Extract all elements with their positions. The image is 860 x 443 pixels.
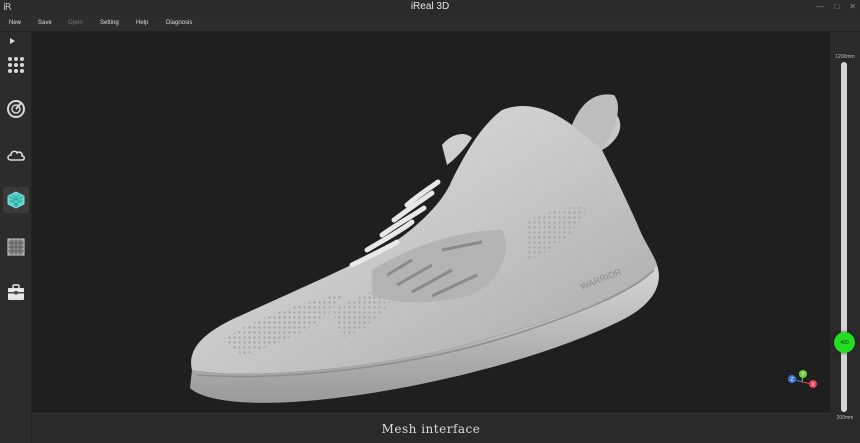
tool-grid-dots[interactable] bbox=[3, 52, 29, 78]
grid-dots-icon bbox=[8, 57, 24, 73]
status-text: Mesh interface bbox=[381, 422, 481, 436]
title-bar: iR iReal 3D — □ ✕ bbox=[0, 0, 860, 16]
menu-bar: New Save Open Setting Help Diagnosis bbox=[0, 16, 860, 32]
tool-grid-square[interactable] bbox=[3, 234, 29, 260]
cloud-icon bbox=[7, 150, 26, 161]
tool-toolbox[interactable] bbox=[3, 279, 29, 305]
slider-max-label: 1200mm bbox=[835, 54, 855, 60]
menu-setting[interactable]: Setting bbox=[100, 20, 119, 26]
slider-value-label: 400 bbox=[840, 339, 849, 346]
axis-z-label: Z bbox=[790, 377, 793, 383]
tool-cloud[interactable] bbox=[3, 142, 29, 168]
menu-open[interactable]: Open bbox=[68, 20, 83, 26]
axis-gizmo[interactable]: Z Y X bbox=[787, 370, 817, 390]
menu-save[interactable]: Save bbox=[38, 20, 52, 26]
distance-slider-track[interactable] bbox=[841, 62, 847, 412]
minimize-icon[interactable]: — bbox=[816, 2, 824, 11]
shoe-mesh-model: WARRIOR bbox=[190, 94, 659, 403]
tool-sidebar bbox=[0, 32, 32, 443]
toolbox-icon bbox=[8, 284, 24, 300]
menu-help[interactable]: Help bbox=[136, 20, 148, 26]
grid-square-icon bbox=[7, 238, 25, 256]
tool-target[interactable] bbox=[3, 96, 29, 122]
tool-mesh[interactable] bbox=[3, 187, 29, 213]
3d-viewport[interactable]: WARRIOR Z Y X bbox=[32, 32, 830, 413]
distance-slider-panel: 1200mm 400 200mm bbox=[830, 32, 860, 443]
window-title: iReal 3D bbox=[410, 1, 450, 12]
window-controls: — □ ✕ bbox=[816, 2, 856, 11]
target-icon bbox=[7, 100, 25, 118]
menu-diagnosis[interactable]: Diagnosis bbox=[166, 20, 192, 26]
close-icon[interactable]: ✕ bbox=[849, 2, 856, 11]
sidebar-expand-icon[interactable] bbox=[10, 38, 15, 44]
slider-min-label: 200mm bbox=[836, 415, 854, 421]
maximize-icon[interactable]: □ bbox=[834, 2, 839, 11]
distance-slider-thumb[interactable]: 400 bbox=[834, 332, 855, 353]
status-bar: Mesh interface bbox=[32, 413, 830, 443]
menu-new[interactable]: New bbox=[9, 20, 21, 26]
mesh-cube-icon bbox=[7, 191, 25, 209]
